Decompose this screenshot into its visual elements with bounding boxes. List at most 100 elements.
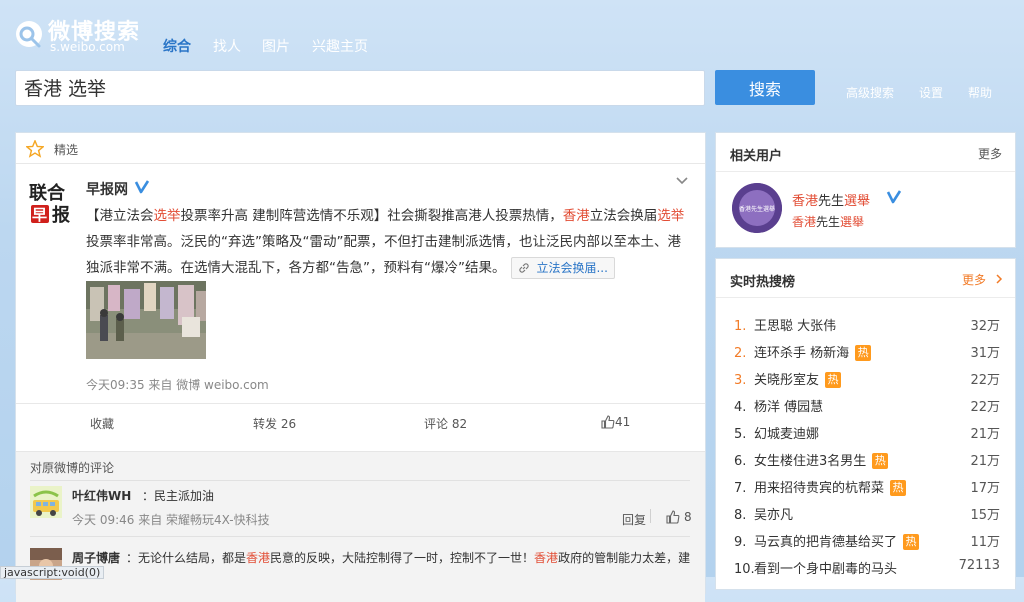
hot-rank: 3. bbox=[734, 373, 747, 388]
search-input[interactable] bbox=[16, 71, 692, 103]
comment-like-button[interactable]: 8 bbox=[666, 510, 692, 524]
hot-search-item[interactable]: 10.看到一个身中剧毒的马头 72113 bbox=[734, 558, 1000, 578]
hot-rank: 5. bbox=[734, 427, 747, 442]
advanced-search-link[interactable]: 高级搜索 bbox=[846, 84, 894, 101]
star-icon bbox=[26, 140, 44, 158]
hot-search-item[interactable]: 2. 连环杀手 杨新海热 31万 bbox=[734, 342, 1000, 362]
hot-rank: 1. bbox=[734, 319, 747, 334]
comment-author[interactable]: 周子博唐 bbox=[72, 549, 120, 566]
nav-tab-interest[interactable]: 兴趣主页 bbox=[312, 36, 368, 56]
svg-text:联合: 联合 bbox=[29, 182, 66, 204]
logo-subtitle: s.weibo.com bbox=[50, 40, 125, 54]
like-button[interactable]: 41 bbox=[601, 415, 630, 429]
post-actions: 收藏 转发 26 评论 82 41 bbox=[16, 403, 705, 438]
thumbs-up-icon bbox=[666, 510, 680, 524]
hot-search-text[interactable]: 幻城麦迪娜 bbox=[754, 427, 819, 442]
comment-author[interactable]: 叶红伟WH bbox=[72, 487, 131, 504]
hot-badge: 热 bbox=[903, 534, 920, 550]
topic-link-chip[interactable]: 立法会换届... bbox=[511, 257, 615, 279]
nav-tab-people[interactable]: 找人 bbox=[213, 36, 241, 56]
repost-button[interactable]: 转发 26 bbox=[253, 415, 296, 432]
hot-count: 21万 bbox=[970, 427, 1000, 442]
hot-search-item[interactable]: 4. 杨洋 傅园慧 22万 bbox=[734, 396, 1000, 416]
comment-meta: 今天 09:46 来自 荣耀畅玩4X-快科技 bbox=[72, 513, 270, 527]
svg-text:香港先生選舉: 香港先生選舉 bbox=[739, 205, 775, 213]
hot-search-item[interactable]: 9. 马云真的把肯德基给买了热 11万 bbox=[734, 531, 1000, 551]
favorite-button[interactable]: 收藏 bbox=[90, 415, 114, 432]
hot-badge: 热 bbox=[855, 345, 872, 361]
hot-badge: 热 bbox=[872, 453, 889, 469]
like-count: 41 bbox=[615, 415, 631, 429]
related-user-avatar[interactable]: 香港先生選舉 bbox=[732, 183, 782, 233]
hot-rank: 8. bbox=[734, 508, 747, 523]
related-user-name[interactable]: 香港先生選舉 bbox=[792, 190, 870, 209]
related-users-card: 相关用户 更多 香港先生選舉 香港先生選舉 香港先生選舉 bbox=[715, 132, 1016, 248]
divider bbox=[30, 480, 690, 481]
post-image[interactable] bbox=[86, 281, 206, 359]
status-url: javascript:void(0) bbox=[0, 566, 105, 579]
comment-text: ：无论什么结局，都是香港民意的反映，大陆控制得了一时，控制不了一世！香港政府的管… bbox=[126, 551, 691, 565]
comments-section: 对原微博的评论 叶红伟WH ：民主派加油 今天 09:46 来自 荣耀畅玩4X-… bbox=[16, 451, 705, 602]
hot-count: 11万 bbox=[970, 535, 1000, 550]
divider bbox=[650, 509, 651, 523]
hot-search-text[interactable]: 杨洋 傅园慧 bbox=[754, 400, 823, 415]
hot-search-text[interactable]: 用来招待贵宾的杭帮菜 bbox=[754, 481, 884, 496]
svg-text:报: 报 bbox=[52, 204, 70, 226]
featured-label: 精选 bbox=[54, 143, 79, 157]
hot-search-text[interactable]: 连环杀手 杨新海 bbox=[754, 346, 849, 361]
hot-search-text[interactable]: 马云真的把肯德基给买了 bbox=[754, 535, 897, 550]
hot-rank: 7. bbox=[734, 481, 747, 496]
nav-tab-images[interactable]: 图片 bbox=[262, 36, 290, 56]
hot-search-item[interactable]: 5. 幻城麦迪娜 21万 bbox=[734, 423, 1000, 443]
link-icon bbox=[519, 263, 530, 273]
hot-search-item[interactable]: 8. 吴亦凡 15万 bbox=[734, 504, 1000, 524]
weibo-logo-icon bbox=[16, 21, 42, 48]
hot-search-item[interactable]: 3. 关晓彤室友热 22万 bbox=[734, 369, 1000, 389]
hot-rank: 4. bbox=[734, 400, 747, 415]
publisher-logo[interactable]: 联合 早 报 bbox=[28, 179, 74, 227]
svg-text:早: 早 bbox=[32, 206, 47, 224]
featured-bar: 精选 bbox=[16, 133, 705, 164]
comment-text: ：民主派加油 bbox=[142, 489, 215, 503]
hot-rank: 10. bbox=[734, 562, 755, 577]
chevron-right-icon bbox=[996, 274, 1002, 284]
hot-search-text[interactable]: 女生楼住进3名男生 bbox=[754, 454, 866, 469]
hot-search-item[interactable]: 7. 用来招待贵宾的杭帮菜热 17万 bbox=[734, 477, 1000, 497]
chevron-down-icon[interactable] bbox=[674, 173, 690, 189]
divider bbox=[30, 536, 690, 537]
hot-search-text[interactable]: 关晓彤室友 bbox=[754, 373, 819, 388]
search-box bbox=[15, 70, 705, 106]
hot-search-item[interactable]: 6. 女生楼住进3名男生热 21万 bbox=[734, 450, 1000, 470]
hot-search-title: 实时热搜榜 bbox=[730, 275, 796, 290]
hot-search-item[interactable]: 1. 王思聪 大张伟 32万 bbox=[734, 315, 1000, 335]
post-text: 【港立法会选举投票率升高 建制阵营选情不乐观】社会撕裂推高港人投票热情，香港立法… bbox=[86, 203, 686, 281]
hot-count: 32万 bbox=[970, 319, 1000, 334]
hot-count: 22万 bbox=[970, 400, 1000, 415]
search-result-card: 精选 联合 早 报 早报网 【港立法会选举投票率升高 建制阵营选情不乐观】社会撕… bbox=[15, 132, 706, 602]
hot-count: 17万 bbox=[970, 481, 1000, 496]
hot-badge: 热 bbox=[890, 480, 907, 496]
search-button[interactable]: 搜索 bbox=[715, 70, 815, 105]
avatar[interactable] bbox=[30, 486, 62, 518]
divider bbox=[716, 297, 1015, 298]
verified-icon bbox=[886, 190, 902, 204]
reply-button[interactable]: 回复 bbox=[622, 511, 646, 528]
post-meta[interactable]: 今天09:35 来自 微博 weibo.com bbox=[86, 376, 269, 393]
hot-count: 72113 bbox=[958, 558, 1000, 573]
comment-button[interactable]: 评论 82 bbox=[424, 415, 467, 432]
hot-count: 15万 bbox=[970, 508, 1000, 523]
hot-rank: 2. bbox=[734, 346, 747, 361]
help-link[interactable]: 帮助 bbox=[968, 84, 992, 101]
post-author[interactable]: 早报网 bbox=[86, 179, 128, 199]
hot-count: 22万 bbox=[970, 373, 1000, 388]
hot-search-text[interactable]: 王思聪 大张伟 bbox=[754, 319, 836, 334]
comment-like-count: 8 bbox=[684, 510, 692, 524]
settings-link[interactable]: 设置 bbox=[919, 84, 943, 101]
hot-search-text[interactable]: 吴亦凡 bbox=[754, 508, 793, 523]
thumbs-up-icon bbox=[601, 415, 615, 429]
related-users-more-link[interactable]: 更多 bbox=[978, 145, 1002, 162]
nav-tab-all[interactable]: 综合 bbox=[163, 36, 191, 56]
hot-search-text[interactable]: 看到一个身中剧毒的马头 bbox=[754, 562, 897, 577]
related-users-title: 相关用户 bbox=[730, 149, 783, 164]
hot-search-more-link[interactable]: 更多 bbox=[962, 271, 1004, 288]
